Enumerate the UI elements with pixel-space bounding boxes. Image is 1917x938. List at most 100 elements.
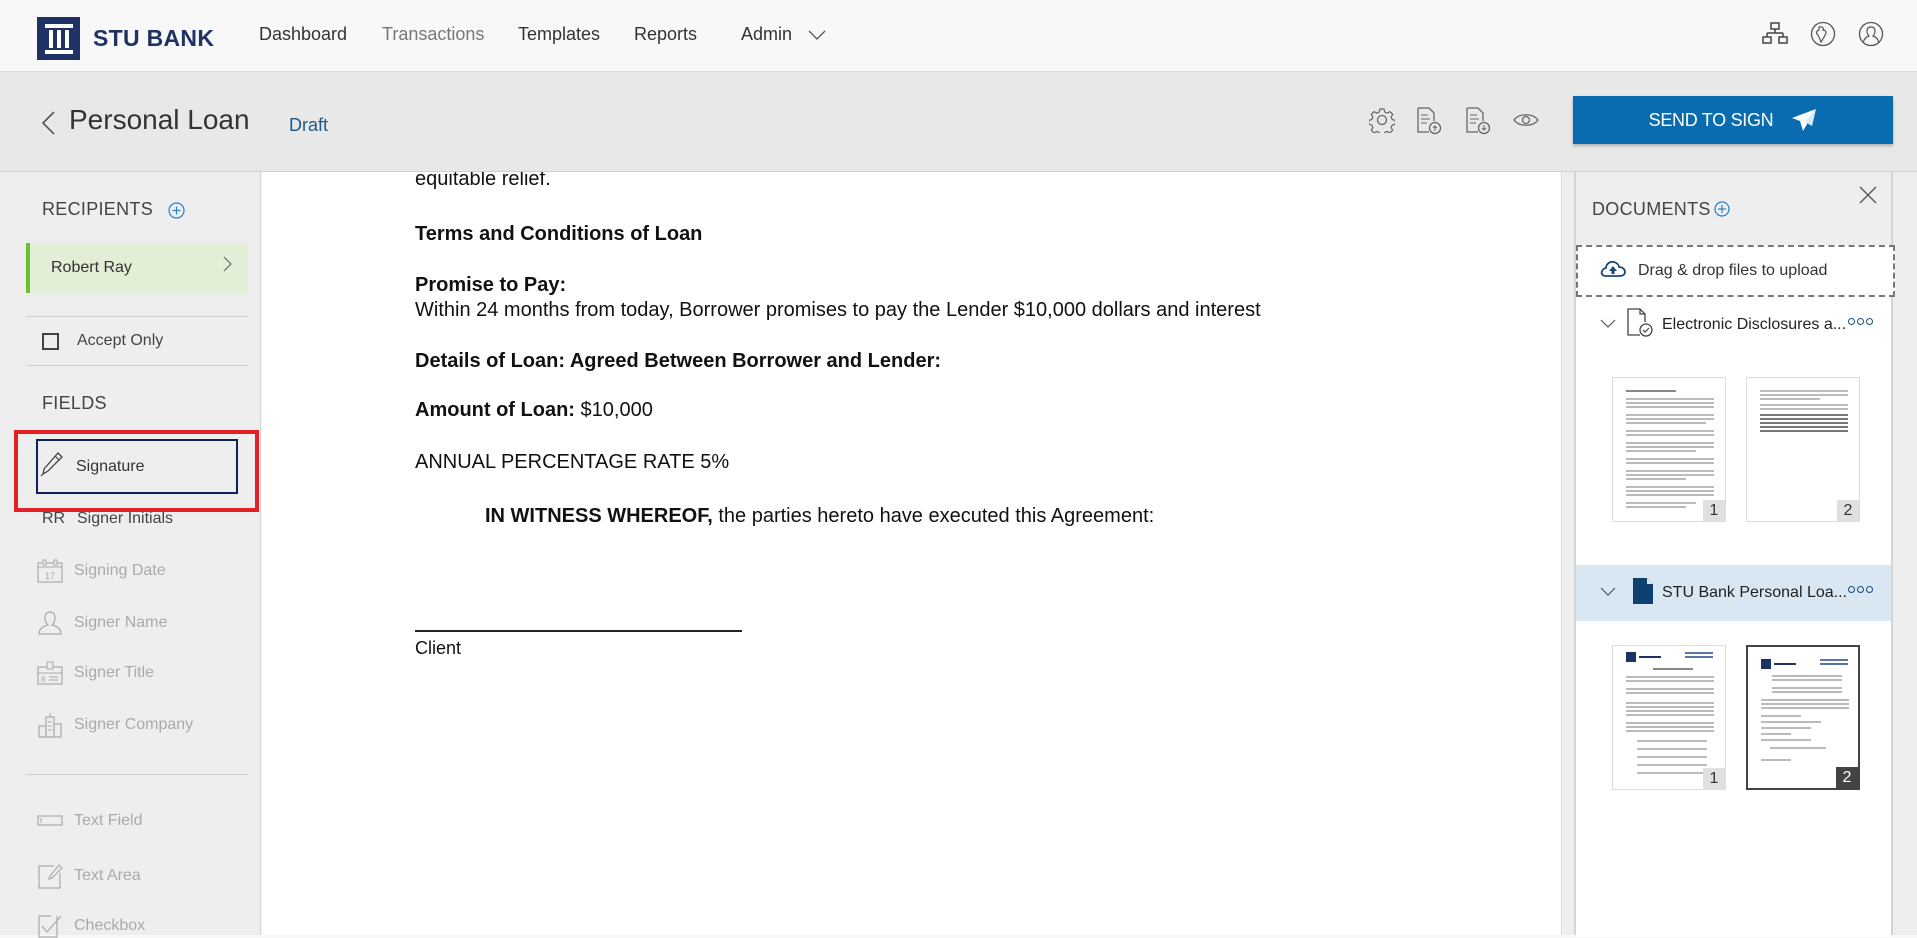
admin-chevron-down-icon[interactable] <box>808 28 826 46</box>
doc-text-relief: equitable relief. <box>415 172 551 190</box>
recipient-name: Robert Ray <box>51 259 132 276</box>
field-label: Text Field <box>74 812 143 829</box>
back-chevron-icon[interactable] <box>40 110 56 141</box>
field-checkbox[interactable]: Checkbox <box>36 914 145 938</box>
witness-rest: the parties hereto have executed this Ag… <box>712 505 1155 527</box>
doc-text-witness: IN WITNESS WHEREOF, the parties hereto h… <box>485 505 1154 528</box>
text-field-icon <box>36 815 64 827</box>
page-number: 2 <box>1837 500 1859 521</box>
doc-heading-terms: Terms and Conditions of Loan <box>415 223 703 245</box>
page-thumbnail[interactable]: 1 <box>1612 645 1726 790</box>
cloud-upload-icon <box>1600 260 1626 283</box>
field-label: Signer Title <box>74 664 155 681</box>
field-label: Signer Company <box>74 716 194 733</box>
download-document-icon[interactable] <box>1465 107 1491 140</box>
document-name: STU Bank Personal Loa... <box>1662 584 1847 601</box>
page-thumbnail[interactable]: 1 <box>1612 377 1726 522</box>
preview-eye-icon[interactable] <box>1513 112 1539 133</box>
field-label: Checkbox <box>74 917 146 934</box>
chevron-right-icon <box>222 256 232 277</box>
upload-dropzone[interactable]: Drag & drop files to upload <box>1576 245 1895 297</box>
field-signer-title[interactable]: 8 Signer Title <box>36 661 154 685</box>
checkbox-box[interactable] <box>42 332 59 350</box>
signature-line <box>415 630 742 632</box>
nav-dashboard[interactable]: Dashboard <box>259 24 347 45</box>
nav-admin[interactable]: Admin <box>741 24 792 45</box>
signature-field[interactable]: Signature <box>36 439 238 494</box>
field-label: Signer Name <box>74 614 168 631</box>
close-panel-icon[interactable] <box>1859 186 1877 209</box>
transaction-header: Personal Loan Draft SEND TO SIGN <box>0 72 1917 172</box>
more-options-icon[interactable] <box>1848 318 1875 325</box>
fields-sidebar: RECIPIENTS Robert Ray Accept Only FIELDS… <box>0 172 261 938</box>
initials-icon: RR <box>42 510 66 527</box>
page-thumbnail[interactable]: 2 <box>1746 377 1860 522</box>
settings-icon[interactable] <box>1368 107 1396 138</box>
field-signing-date[interactable]: 17 Signing Date <box>36 559 166 583</box>
nav-templates[interactable]: Templates <box>518 24 600 45</box>
dropzone-text: Drag & drop files to upload <box>1638 262 1828 279</box>
documents-panel: DOCUMENTS Drag & drop files to upload El… <box>1574 172 1895 937</box>
nav-transactions[interactable]: Transactions <box>382 24 484 45</box>
field-label: Text Area <box>74 867 141 884</box>
top-navigation: STU BANK Dashboard Transactions Template… <box>0 0 1917 72</box>
pen-icon <box>40 451 64 482</box>
document-canvas[interactable]: equitable relief. Terms and Conditions o… <box>262 172 1562 935</box>
chevron-down-icon[interactable] <box>1600 316 1616 334</box>
send-to-sign-label: SEND TO SIGN <box>1648 109 1774 130</box>
signature-label: Signature <box>76 457 145 475</box>
document-item-selected[interactable]: STU Bank Personal Loa... <box>1576 565 1891 621</box>
witness-bold: IN WITNESS WHEREOF, <box>485 505 713 527</box>
more-options-icon[interactable] <box>1848 586 1875 593</box>
paper-plane-icon <box>1792 109 1817 131</box>
doc-text-client: Client <box>415 638 462 658</box>
recipient-item[interactable]: Robert Ray <box>26 243 248 293</box>
divider <box>26 774 248 775</box>
field-signer-initials[interactable]: RR Signer Initials <box>42 510 173 528</box>
bank-column-icon <box>37 17 80 60</box>
page-number: 2 <box>1836 767 1858 788</box>
checkbox-icon <box>36 914 64 938</box>
document-name: Electronic Disclosures a... <box>1662 316 1847 333</box>
document-filled-icon <box>1632 577 1654 610</box>
page-title: Personal Loan <box>69 104 250 135</box>
divider <box>26 316 248 317</box>
field-label: Signer Initials <box>77 510 174 527</box>
user-icon[interactable] <box>1858 21 1884 52</box>
accept-only-label: Accept Only <box>77 332 164 349</box>
send-to-sign-button[interactable]: SEND TO SIGN <box>1573 96 1893 144</box>
id-badge-icon: 8 <box>36 661 64 685</box>
page-number: 1 <box>1703 768 1725 789</box>
building-icon <box>36 712 64 738</box>
upload-document-icon[interactable] <box>1416 107 1442 140</box>
doc-text-promise: Within 24 months from today, Borrower pr… <box>415 299 1261 321</box>
field-signer-name[interactable]: Signer Name <box>36 610 167 636</box>
document-item[interactable]: Electronic Disclosures a... <box>1576 297 1891 353</box>
brand-logo[interactable]: STU BANK <box>37 17 214 60</box>
nav-reports[interactable]: Reports <box>634 24 697 45</box>
brand-name: STU BANK <box>93 25 215 51</box>
page-thumbnail-active[interactable]: 2 <box>1746 645 1860 790</box>
doc-heading-promise: Promise to Pay: <box>415 274 567 296</box>
document-list: Electronic Disclosures a... 1 2 STU Bank… <box>1576 297 1891 937</box>
field-label: Signing Date <box>74 562 166 579</box>
doc-text-apr: ANNUAL PERCENTAGE RATE 5% <box>415 451 730 473</box>
calendar-icon: 17 <box>36 559 64 583</box>
chevron-down-icon[interactable] <box>1600 584 1616 602</box>
amount-label: Amount of Loan: <box>415 399 575 421</box>
add-recipient-icon[interactable] <box>168 202 185 224</box>
svg-text:8: 8 <box>41 675 46 684</box>
org-chart-icon[interactable] <box>1762 22 1788 51</box>
field-text-field[interactable]: Text Field <box>36 812 142 830</box>
document-signed-icon <box>1626 307 1654 343</box>
person-icon <box>36 610 64 636</box>
add-document-icon[interactable] <box>1714 201 1730 222</box>
accept-only-checkbox[interactable]: Accept Only <box>42 332 163 350</box>
field-text-area[interactable]: Text Area <box>36 863 141 889</box>
globe-icon[interactable] <box>1810 21 1836 52</box>
svg-text:17: 17 <box>45 571 55 581</box>
documents-title: DOCUMENTS <box>1592 199 1711 219</box>
recipients-title: RECIPIENTS <box>42 199 154 219</box>
field-signer-company[interactable]: Signer Company <box>36 712 193 738</box>
status-badge: Draft <box>289 115 329 135</box>
